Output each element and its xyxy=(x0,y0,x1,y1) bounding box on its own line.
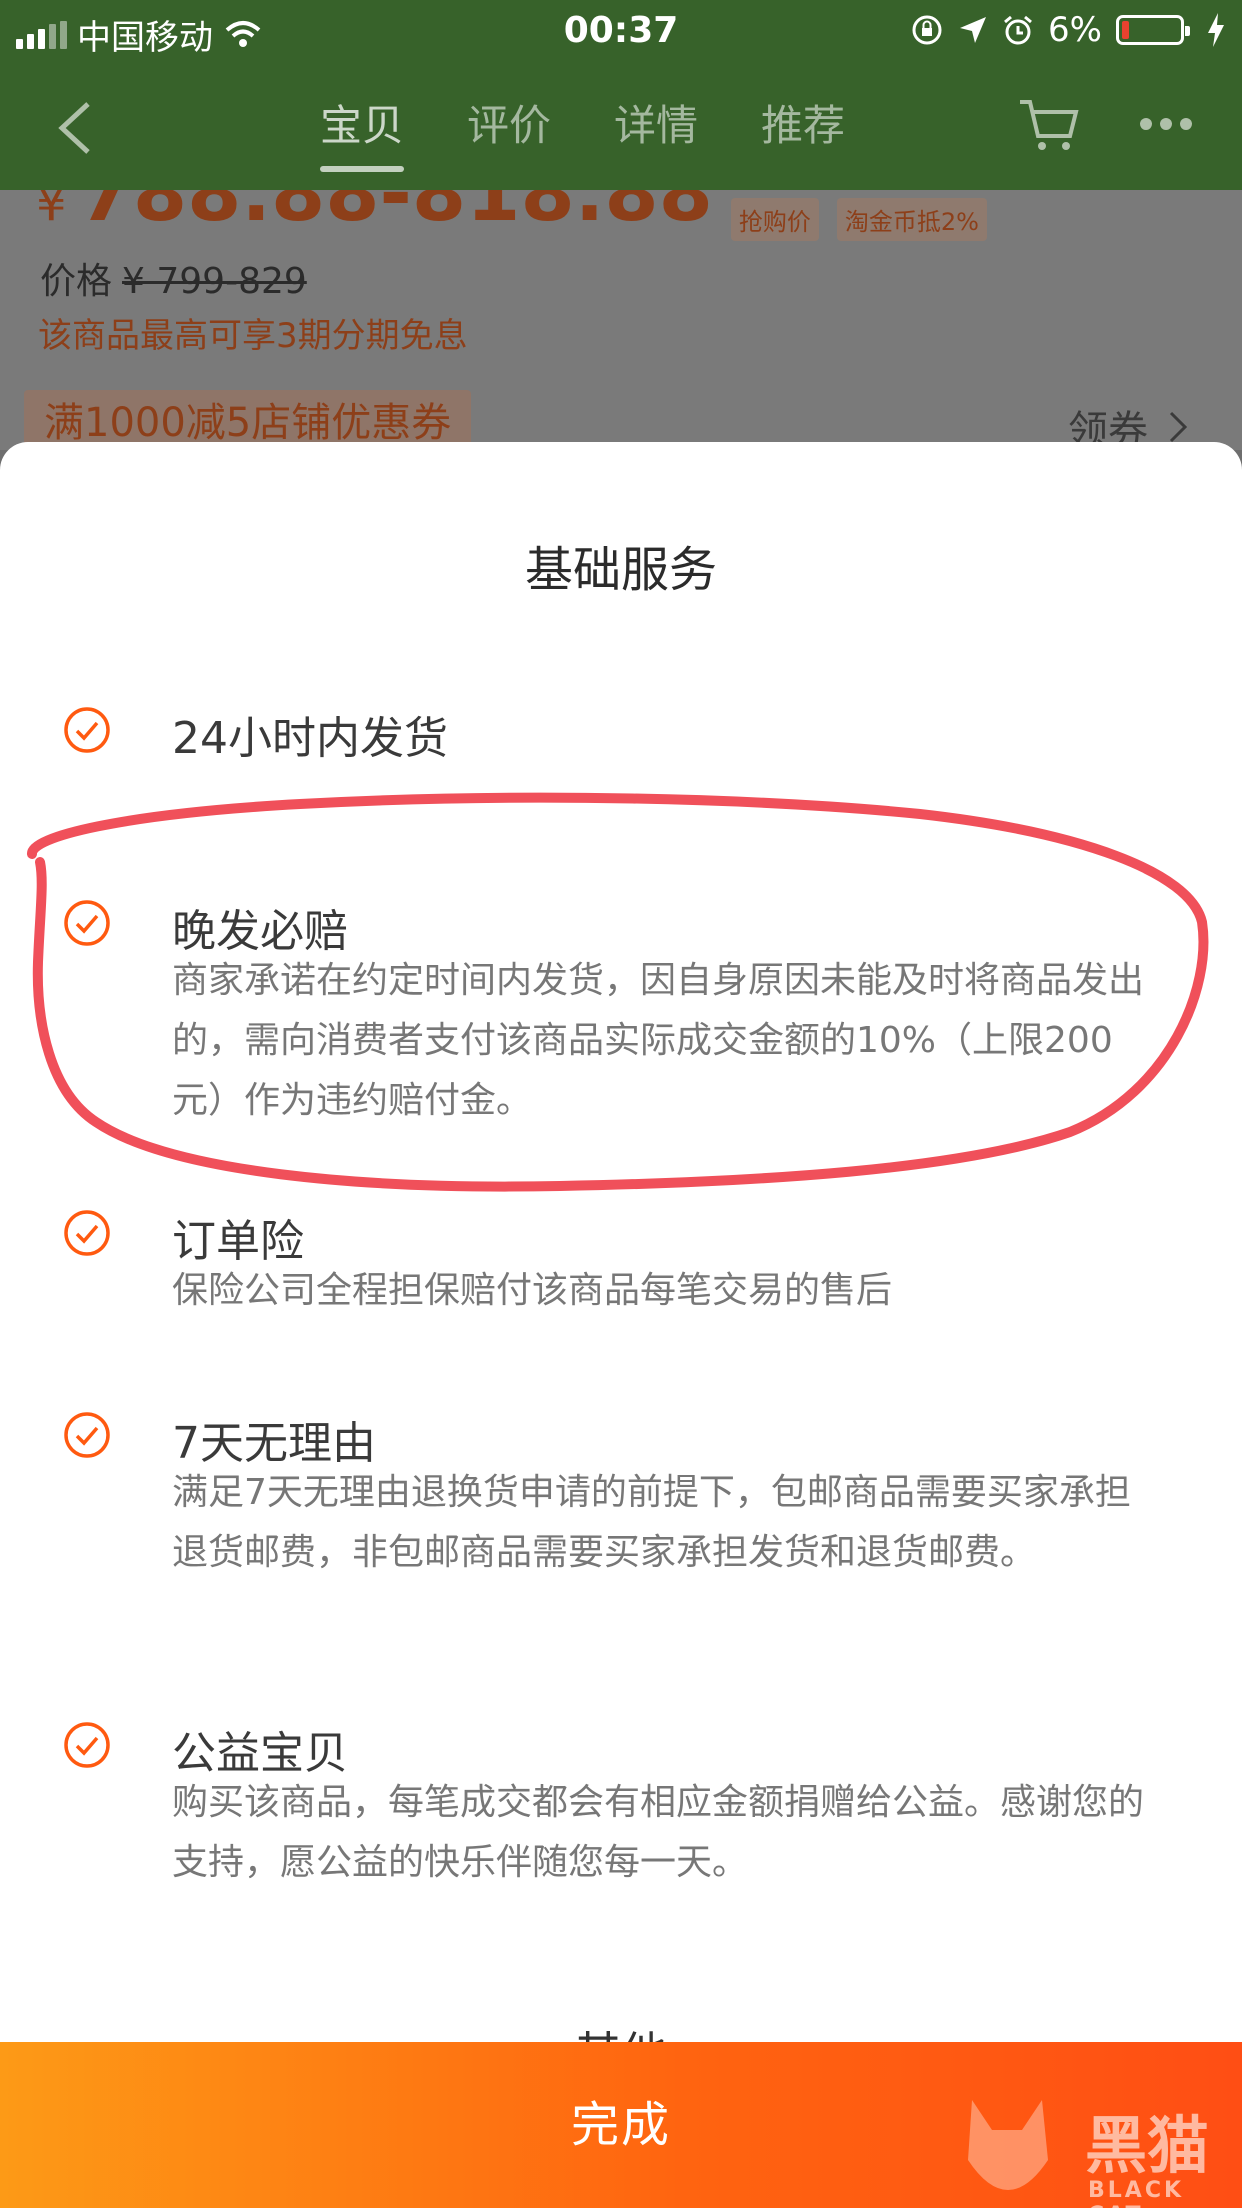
service-name: 晚发必赔 xyxy=(172,906,348,957)
check-icon xyxy=(64,900,110,946)
nav-bar: 宝贝 评价 详情 推荐 xyxy=(0,62,1242,190)
watermark-text: 黑猫 xyxy=(1085,2109,1210,2182)
installment-note: 该商品最高可享3期分期免息 xyxy=(38,316,468,356)
price: ¥788.88-818.88 xyxy=(36,190,713,239)
battery-percent: 6% xyxy=(1048,10,1102,50)
back-icon[interactable] xyxy=(52,98,100,158)
service-name: 24小时内发货 xyxy=(172,713,448,764)
service-desc: 满足7天无理由退换货申请的前提下，包邮商品需要买家承担退货邮费，非包邮商品需要买… xyxy=(172,1472,1131,1573)
service-name: 7天无理由 xyxy=(172,1418,376,1469)
service-desc: 购买该商品，每笔成交都会有相应金额捐赠给公益。感谢您的支持，愿公益的快乐伴随您每… xyxy=(172,1782,1145,1883)
watermark-subtext: BLACK CAT xyxy=(1088,2178,1185,2208)
charging-icon xyxy=(1208,13,1224,47)
status-bar: 中国移动 00:37 6% xyxy=(0,0,1242,62)
service-desc: 保险公司全程担保赔付该商品每笔交易的售后 xyxy=(172,1270,893,1311)
service-name: 订单险 xyxy=(172,1216,304,1267)
tab-details[interactable]: 详情 xyxy=(614,92,698,172)
rotation-lock-icon xyxy=(912,15,942,45)
check-icon xyxy=(64,1210,110,1256)
chevron-right-icon xyxy=(1169,411,1188,443)
flash-price-tag: 抢购价 xyxy=(730,198,819,241)
coin-discount-tag: 淘金币抵2% xyxy=(836,198,987,241)
services-sheet: 基础服务 24小时内发货 晚发必赔 商家承诺在约定时间内发货，因自身原因未能及时… xyxy=(0,442,1242,2208)
header-bar: 中国移动 00:37 6% 宝贝 评价 详情 推荐 xyxy=(0,0,1242,190)
cart-icon[interactable] xyxy=(1016,92,1082,158)
check-icon xyxy=(64,1412,110,1458)
check-icon xyxy=(64,707,110,753)
tab-item[interactable]: 宝贝 xyxy=(320,92,405,172)
location-icon xyxy=(960,17,987,43)
battery-icon xyxy=(1116,15,1190,45)
tab-reviews[interactable]: 评价 xyxy=(467,92,551,172)
service-name: 公益宝贝 xyxy=(172,1728,348,1779)
nav-tabs: 宝贝 评价 详情 推荐 xyxy=(320,92,845,172)
check-icon xyxy=(64,1722,110,1768)
service-desc: 商家承诺在约定时间内发货，因自身原因未能及时将商品发出的，需向消费者支付该商品实… xyxy=(172,960,1145,1121)
product-summary: ¥788.88-818.88 抢购价 淘金币抵2% 价格 ¥ 799-829 该商… xyxy=(0,190,1242,450)
original-price: 价格 ¥ 799-829 xyxy=(40,261,307,302)
store-coupon[interactable]: 满1000减5店铺优惠券 xyxy=(24,390,472,450)
sheet-title: 基础服务 xyxy=(524,542,717,598)
tab-recommend[interactable]: 推荐 xyxy=(761,92,845,172)
alarm-icon xyxy=(1004,15,1033,45)
more-icon[interactable] xyxy=(1138,112,1194,136)
